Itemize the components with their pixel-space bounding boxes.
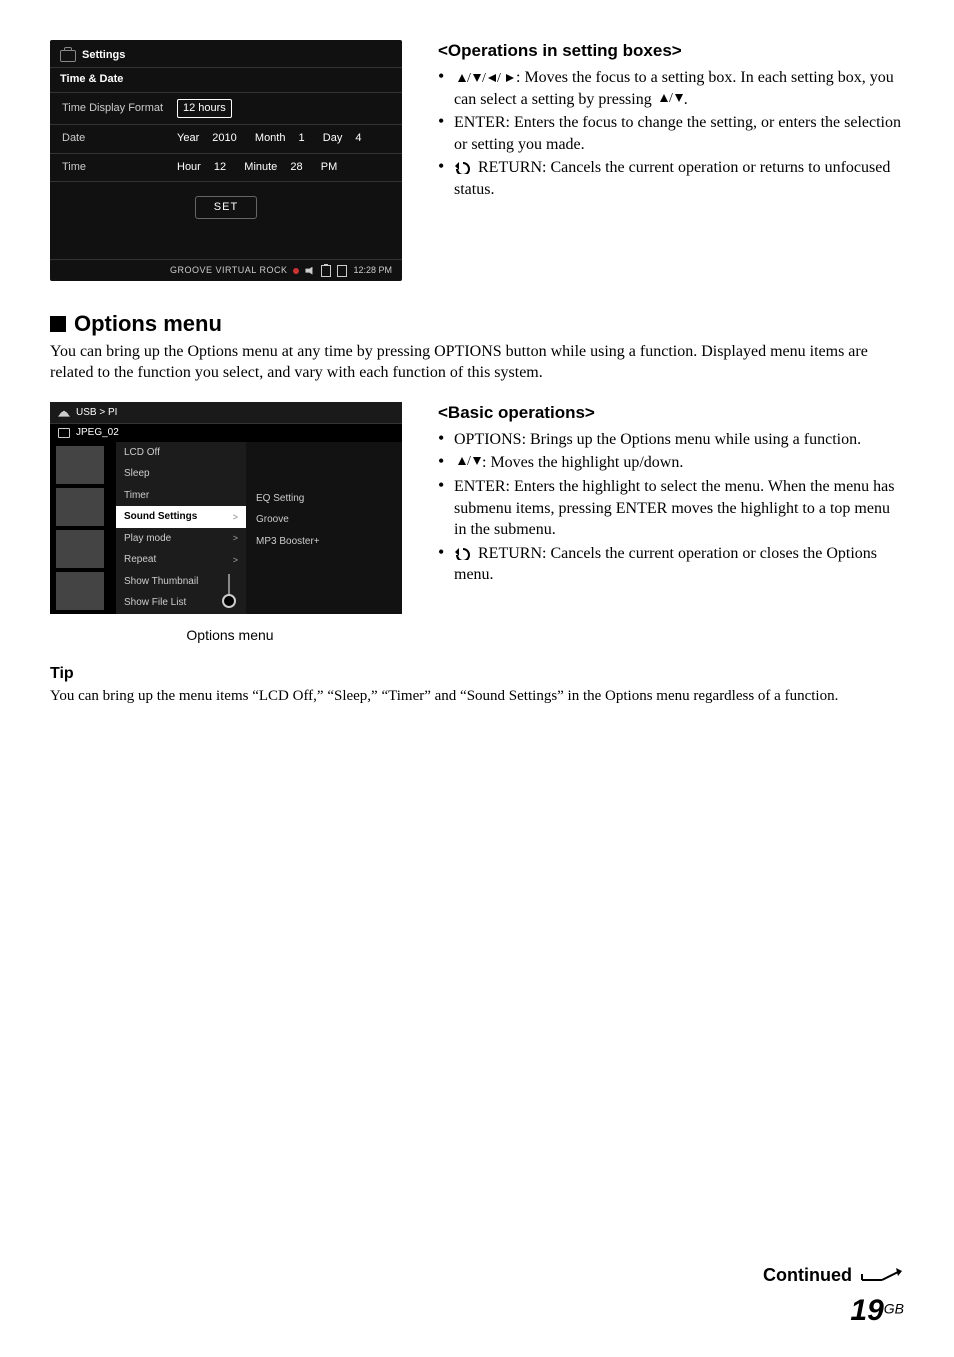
record-icon bbox=[293, 268, 299, 274]
format-label: Time Display Format bbox=[62, 101, 177, 116]
svg-text:/: / bbox=[497, 71, 501, 84]
ampm-value: PM bbox=[321, 160, 338, 175]
format-value: 12 hours bbox=[177, 99, 232, 118]
black-square-icon bbox=[50, 316, 66, 332]
ops-b1-tail2: . bbox=[684, 91, 688, 108]
settings-screenshot: Settings Time & Date Time Display Format… bbox=[50, 40, 402, 281]
ops-item-return: RETURN: Cancels the current operation or… bbox=[438, 157, 904, 200]
arrow-up-down-icon: / bbox=[454, 454, 482, 471]
thumbnail bbox=[56, 530, 104, 568]
date-label: Date bbox=[62, 131, 177, 146]
tip-label: Tip bbox=[50, 663, 904, 685]
settings-title: Settings bbox=[82, 48, 125, 63]
arrow-up-down-left-right-icon: / / / bbox=[454, 69, 516, 86]
status-clock: 12:28 PM bbox=[353, 264, 392, 277]
minute-label: Minute bbox=[244, 160, 277, 175]
speaker-icon bbox=[305, 267, 315, 275]
ops-b3-text: RETURN: Cancels the current operation or… bbox=[454, 159, 890, 198]
page-number: 19GB bbox=[850, 1291, 904, 1332]
ops-item-enter: ENTER: Enters the focus to change the se… bbox=[438, 112, 904, 155]
svg-text:/: / bbox=[482, 71, 486, 84]
continued-arrow-icon bbox=[860, 1266, 904, 1284]
page-suffix: GB bbox=[884, 1300, 904, 1316]
year-value: 2010 bbox=[212, 131, 236, 146]
thumbnail bbox=[56, 488, 104, 526]
time-label: Time bbox=[62, 160, 177, 175]
basic-ops-list: OPTIONS: Brings up the Options menu whil… bbox=[438, 429, 904, 586]
chevron-right-icon: > bbox=[233, 554, 238, 566]
chevron-right-icon: > bbox=[233, 511, 238, 523]
svg-text:/: / bbox=[467, 71, 471, 84]
svg-text:/: / bbox=[669, 91, 673, 104]
basic-ops-item-options: OPTIONS: Brings up the Options menu whil… bbox=[438, 429, 904, 451]
hour-value: 12 bbox=[214, 160, 226, 175]
options-section-header: Options menu bbox=[50, 309, 904, 339]
submenu-item: EQ Setting bbox=[246, 488, 402, 510]
menu-item-label: Repeat bbox=[124, 553, 156, 567]
crumb2: JPEG_02 bbox=[76, 426, 119, 440]
basic-ops-heading: <Basic operations> bbox=[438, 402, 904, 425]
options-caption: Options menu bbox=[50, 626, 410, 645]
return-icon bbox=[454, 545, 474, 562]
ops-list: ///: Moves the focus to a setting box. I… bbox=[438, 67, 904, 201]
year-label: Year bbox=[177, 131, 199, 146]
day-value: 4 bbox=[355, 131, 361, 146]
menu-item: Play mode > bbox=[116, 528, 246, 550]
menu-item: LCD Off bbox=[116, 442, 246, 464]
basic-ops-item-enter: ENTER: Enters the highlight to select th… bbox=[438, 476, 904, 541]
continued-indicator: Continued bbox=[763, 1263, 904, 1287]
crumb1: USB > PI bbox=[76, 406, 117, 420]
scroll-indicator bbox=[222, 574, 236, 608]
ops-item-arrows: ///: Moves the focus to a setting box. I… bbox=[438, 67, 904, 110]
options-body: You can bring up the Options menu at any… bbox=[50, 341, 904, 384]
month-label: Month bbox=[255, 131, 286, 146]
arrow-up-down-icon: / bbox=[656, 91, 684, 108]
status-text: GROOVE VIRTUAL ROCK bbox=[170, 264, 288, 277]
basic-ops-b2-tail: : Moves the highlight up/down. bbox=[482, 454, 683, 471]
chevron-right-icon: > bbox=[233, 532, 238, 544]
basic-ops-b4-text: RETURN: Cancels the current operation or… bbox=[454, 545, 877, 584]
page-number-value: 19 bbox=[850, 1294, 883, 1327]
options-screenshot: USB > PI JPEG_02 LCD Off Sleep Timer Sou… bbox=[50, 402, 402, 614]
basic-ops-item-arrows: / : Moves the highlight up/down. bbox=[438, 452, 904, 474]
thumbnail bbox=[56, 446, 104, 484]
thumbnail-strip bbox=[50, 442, 116, 614]
settings-subtitle: Time & Date bbox=[50, 67, 402, 91]
set-button: SET bbox=[195, 196, 257, 219]
day-label: Day bbox=[323, 131, 343, 146]
toolbox-icon bbox=[60, 50, 76, 62]
month-value: 1 bbox=[299, 131, 305, 146]
menu-item: Repeat > bbox=[116, 549, 246, 571]
menu-item-label: Sound Settings bbox=[124, 510, 197, 524]
minute-value: 28 bbox=[290, 160, 302, 175]
hour-label: Hour bbox=[177, 160, 201, 175]
screen-icon bbox=[337, 265, 347, 277]
continued-label: Continued bbox=[763, 1263, 852, 1287]
wifi-icon bbox=[58, 409, 70, 417]
menu-item-highlight: Sound Settings > bbox=[116, 506, 246, 528]
menu-item: Timer bbox=[116, 485, 246, 507]
options-heading: Options menu bbox=[74, 309, 222, 339]
folder-icon bbox=[58, 428, 70, 438]
svg-text:/: / bbox=[467, 454, 471, 467]
ops-heading: <Operations in setting boxes> bbox=[438, 40, 904, 63]
submenu-item: Groove bbox=[246, 509, 402, 531]
options-submenu: EQ Setting Groove MP3 Booster+ bbox=[246, 442, 402, 614]
thumbnail bbox=[56, 572, 104, 610]
submenu-item: MP3 Booster+ bbox=[246, 531, 402, 553]
battery-icon bbox=[321, 265, 331, 277]
basic-ops-item-return: RETURN: Cancels the current operation or… bbox=[438, 543, 904, 586]
tip-body: You can bring up the menu items “LCD Off… bbox=[50, 686, 904, 706]
menu-item: Sleep bbox=[116, 463, 246, 485]
status-bar: GROOVE VIRTUAL ROCK 12:28 PM bbox=[50, 259, 402, 281]
menu-item-label: Play mode bbox=[124, 532, 171, 546]
return-icon bbox=[454, 159, 474, 176]
